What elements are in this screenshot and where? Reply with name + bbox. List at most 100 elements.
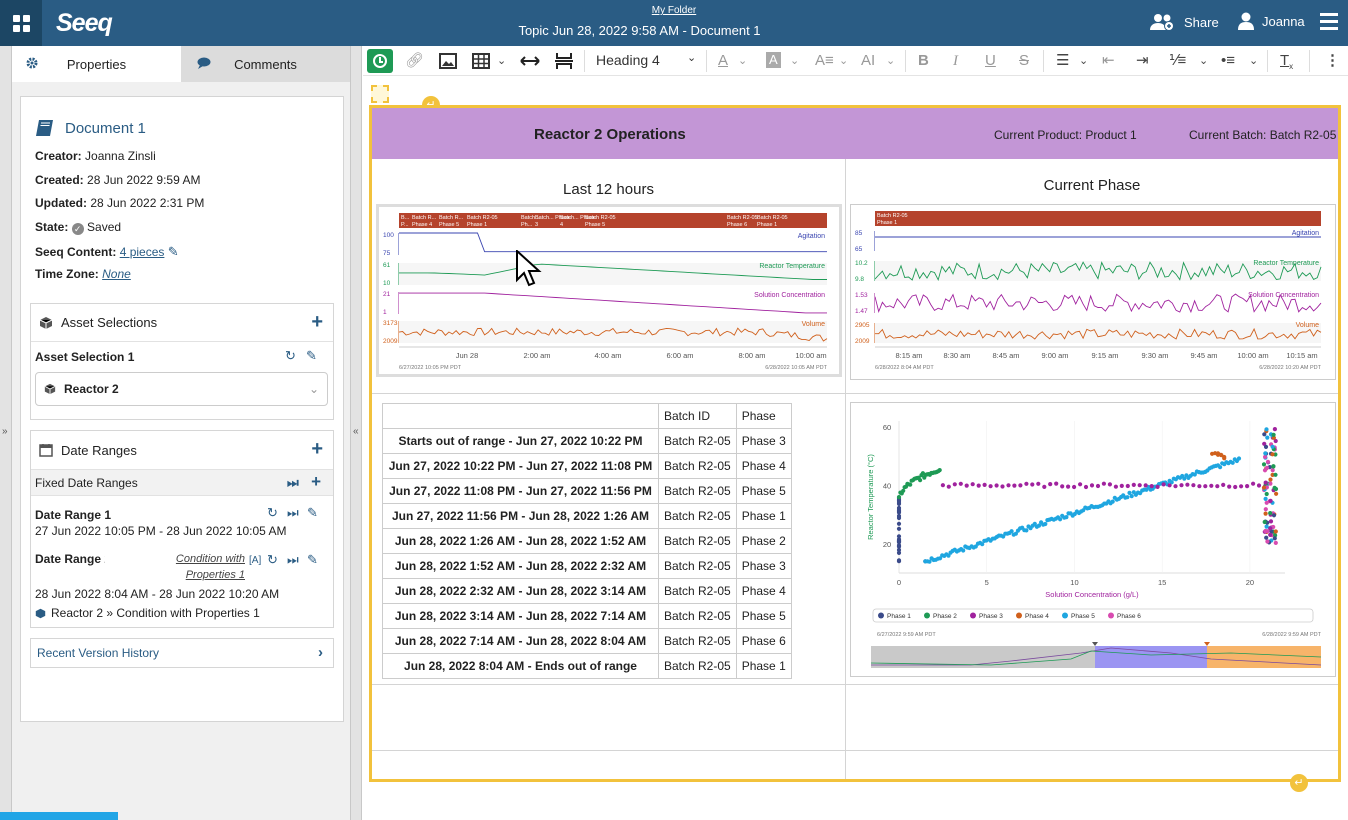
scatter-point	[1273, 486, 1279, 492]
content-link[interactable]: 4 pieces	[120, 245, 165, 259]
outdent-icon[interactable]: ⇤	[1102, 52, 1115, 70]
dr2-step-icon[interactable]: ⏭	[287, 552, 299, 568]
highlight-color-icon[interactable]: A	[766, 52, 781, 68]
series-label: Solution Concentration	[754, 292, 825, 299]
dr1-refresh-icon[interactable]: ↻	[267, 505, 278, 521]
insert-paragraph-after-icon[interactable]: ↵	[1290, 774, 1308, 792]
x-tick-label: 8:30 am	[943, 351, 970, 360]
page-break-icon[interactable]	[554, 52, 574, 70]
align-chevron-icon[interactable]: ⌄	[1079, 52, 1088, 70]
created-value: 28 Jun 2022 9:59 AM	[87, 173, 201, 187]
font-color-icon[interactable]: A	[718, 52, 728, 70]
more-options-icon[interactable]: ⋮	[1325, 52, 1340, 70]
x-tick-label: 10:00 am	[795, 351, 826, 360]
table-row: Jun 28, 2022 8:04 AM - Ends out of range…	[382, 653, 792, 679]
font-size-icon[interactable]: AI	[861, 52, 875, 70]
table-row: Starts out of range - Jun 27, 2022 10:22…	[382, 428, 792, 454]
document-table[interactable]: Reactor 2 Operations Current Product: Pr…	[369, 105, 1341, 782]
seeq-content-button[interactable]	[367, 49, 393, 73]
scatter-point	[970, 482, 975, 487]
scatter-point	[964, 483, 969, 488]
left-collapse-strip[interactable]: »	[0, 46, 12, 820]
font-family-icon[interactable]: A≡	[815, 52, 834, 70]
scatter-point	[1107, 482, 1112, 487]
xy-scatter-chart[interactable]: 0 5 10 15 20 20 40 60 Solution Concentration (g/…	[850, 402, 1336, 677]
link-icon[interactable]: 🔗︎	[405, 52, 424, 70]
tab-comments[interactable]: Comments	[181, 46, 350, 82]
highlight-chevron-icon[interactable]: ⌄	[790, 52, 799, 70]
numbered-list-chevron-icon[interactable]: ⌄	[1199, 52, 1208, 70]
folder-link[interactable]: My Folder	[0, 5, 1348, 16]
trend-chart-last-12-hours[interactable]: B... P... Batch R... Phase 4 Batch R... Phase…	[376, 204, 842, 377]
y-tick-max: 61	[383, 262, 391, 269]
dr2-edit-icon[interactable]: ✎	[307, 552, 318, 568]
step-forward-icon[interactable]: ⏭	[287, 475, 299, 491]
panel-dock-strip[interactable]: «	[350, 46, 362, 820]
dr2-bracket-icon[interactable]: [A]	[249, 555, 261, 566]
font-family-chevron-icon[interactable]: ⌄	[839, 52, 848, 70]
asset-selection-dropdown[interactable]: Reactor 2 ⌄	[35, 372, 328, 406]
table-cell-phase: Phase 2	[735, 528, 792, 554]
horizontal-line-icon[interactable]	[519, 54, 541, 68]
numbered-list-icon[interactable]: ⅟≡	[1169, 52, 1186, 70]
x-tick-label: 5	[985, 578, 989, 587]
properties-panel: Properties Comments Document 1 Creator: …	[12, 46, 351, 820]
date-range-2-condition-link[interactable]: Condition with Properties 1	[165, 551, 245, 583]
scatter-point	[952, 482, 957, 487]
image-icon[interactable]	[439, 53, 457, 69]
scatter-point	[1265, 539, 1270, 544]
scatter-point	[961, 548, 966, 553]
table-cell-phase: Phase 4	[735, 453, 792, 479]
font-color-chevron-icon[interactable]: ⌄	[738, 52, 747, 70]
timezone-link[interactable]: None	[102, 267, 131, 281]
share-button[interactable]: Share	[1150, 12, 1219, 32]
tab-properties[interactable]: Properties	[12, 46, 181, 82]
legend-swatch	[970, 612, 976, 619]
heading-style-select[interactable]: Heading 4 ⌄	[596, 52, 696, 68]
x-tick-label: 8:00 am	[738, 351, 765, 360]
scatter-point	[937, 468, 942, 473]
scatter-point	[1270, 452, 1275, 457]
hamburger-menu-icon[interactable]	[1320, 13, 1338, 34]
edit-icon[interactable]: ✎	[168, 244, 179, 259]
refresh-icon[interactable]: ↻	[285, 348, 296, 364]
phase-table: Batch ID Phase Starts out of range - Jun…	[382, 403, 792, 679]
dr2-refresh-icon[interactable]: ↻	[267, 552, 278, 568]
strikethrough-icon[interactable]: S	[1019, 52, 1029, 70]
add-asset-selection-icon[interactable]: +	[311, 312, 323, 332]
indent-icon[interactable]: ⇥	[1136, 52, 1149, 70]
dr1-step-icon[interactable]: ⏭	[287, 505, 299, 521]
scatter-point	[1230, 460, 1235, 465]
align-icon[interactable]: ☰	[1056, 52, 1069, 70]
creator-value: Joanna Zinsli	[85, 149, 156, 163]
italic-icon[interactable]: I	[953, 52, 958, 70]
trend-chart-current-phase[interactable]: Batch R2-05 Phase 1 85 65 Agitation 10.2 9.8 Re…	[850, 204, 1336, 380]
legend-label: Phase 5	[1071, 613, 1095, 620]
add-fixed-range-icon[interactable]: +	[311, 473, 321, 491]
bullet-list-chevron-icon[interactable]: ⌄	[1249, 52, 1258, 70]
bold-icon[interactable]: B	[918, 52, 929, 70]
clear-format-icon[interactable]: Tx	[1280, 52, 1293, 76]
add-date-range-icon[interactable]: +	[311, 439, 323, 459]
table-select-handle[interactable]	[371, 85, 389, 103]
expand-arrows-icon: »	[2, 426, 8, 437]
user-menu[interactable]: Joanna	[1238, 12, 1305, 30]
recent-version-history-button[interactable]: Recent Version History ›	[30, 638, 334, 668]
date-range-1-name: Date Range 1	[35, 508, 112, 522]
edit-asset-selection-icon[interactable]: ✎	[306, 348, 317, 364]
bullet-list-icon[interactable]: •≡	[1221, 52, 1235, 70]
asset-selections-title: Asset Selections	[61, 315, 158, 330]
table-icon[interactable]	[472, 53, 490, 69]
date-range-2-path: Reactor 2 » Condition with Properties 1	[35, 606, 260, 620]
comment-icon	[197, 57, 211, 69]
capsule-label: P...	[401, 222, 409, 228]
timezone-row: Time Zone: None	[35, 267, 131, 281]
font-size-chevron-icon[interactable]: ⌄	[886, 52, 895, 70]
dr1-edit-icon[interactable]: ✎	[307, 505, 318, 521]
underline-icon[interactable]: U	[985, 52, 996, 70]
scatter-point	[1054, 481, 1059, 486]
x-tick-label: 4:00 am	[594, 351, 621, 360]
table-cell-range: Jun 28, 2022 1:52 AM - Jun 28, 2022 2:32…	[382, 553, 659, 579]
table-chevron-icon[interactable]: ⌄	[497, 52, 506, 70]
table-cell-phase: Phase 5	[735, 478, 792, 504]
